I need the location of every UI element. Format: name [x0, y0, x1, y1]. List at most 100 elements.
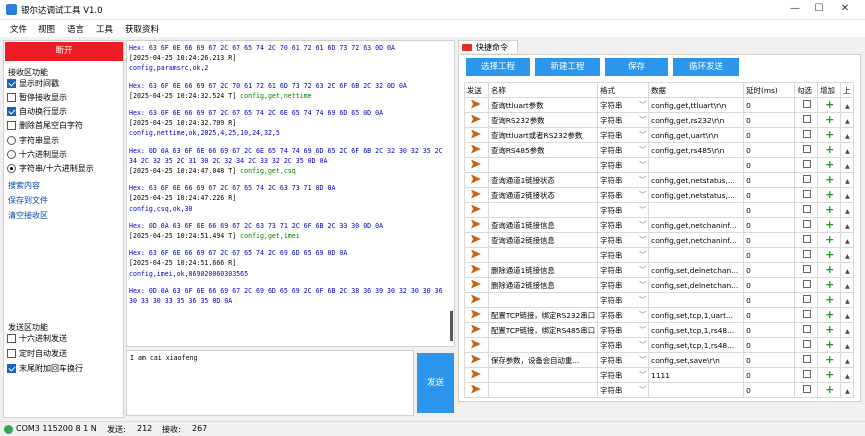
- delay-cell[interactable]: 0: [743, 307, 796, 323]
- up-cell[interactable]: ▲: [840, 202, 854, 218]
- format-cell[interactable]: 字符串 ﹀: [597, 97, 650, 113]
- check-cell[interactable]: [794, 322, 819, 338]
- data-cell[interactable]: [648, 157, 745, 173]
- receive-scrollbar[interactable]: [450, 311, 453, 341]
- up-cell[interactable]: ▲: [840, 262, 854, 278]
- check-cell[interactable]: [794, 367, 819, 383]
- plus-icon[interactable]: +: [825, 264, 834, 275]
- delay-cell[interactable]: 0: [743, 292, 796, 308]
- send-row-cell[interactable]: [464, 202, 489, 218]
- menu-language[interactable]: 语言: [67, 23, 84, 35]
- new-project-button[interactable]: 新建工程: [535, 58, 600, 76]
- menu-get-docs[interactable]: 获取资料: [125, 23, 159, 35]
- format-cell[interactable]: 字符串 ﹀: [597, 262, 650, 278]
- check-cell[interactable]: [794, 262, 819, 278]
- plus-icon[interactable]: +: [825, 294, 834, 305]
- send-row-cell[interactable]: [464, 262, 489, 278]
- up-cell[interactable]: ▲: [840, 292, 854, 308]
- search-content-link[interactable]: 搜索内容: [8, 180, 40, 191]
- plus-icon[interactable]: +: [825, 384, 834, 395]
- timed-send-checkbox[interactable]: 定时自动发送: [7, 348, 67, 359]
- format-select[interactable]: 字符串 ﹀: [600, 385, 646, 396]
- receive-area[interactable]: Hex: 63 6F 6E 66 69 67 2C 67 65 74 2C 70…: [126, 40, 455, 347]
- up-cell[interactable]: ▲: [840, 157, 854, 173]
- send-arrow-icon[interactable]: [471, 219, 481, 229]
- arrow-up-icon[interactable]: ▲: [845, 103, 850, 110]
- send-arrow-icon[interactable]: [471, 354, 481, 364]
- data-cell[interactable]: config,get,netchaninf...: [648, 217, 745, 233]
- arrow-up-icon[interactable]: ▲: [845, 208, 850, 215]
- name-cell[interactable]: 查询通道1链接状态: [487, 172, 599, 188]
- format-cell[interactable]: 字符串 ﹀: [597, 217, 650, 233]
- send-arrow-icon[interactable]: [471, 339, 481, 349]
- delay-cell[interactable]: 0: [743, 367, 796, 383]
- name-cell[interactable]: 配置TCP链接，绑定RS485串口: [487, 322, 599, 338]
- send-button[interactable]: 发送: [417, 353, 454, 413]
- data-cell[interactable]: config,set,tcp,1,rs48...: [648, 322, 745, 338]
- add-cell[interactable]: +: [817, 307, 842, 323]
- send-row-cell[interactable]: [464, 367, 489, 383]
- row-checkbox[interactable]: [803, 190, 812, 198]
- auto-wrap-checkbox[interactable]: 自动换行显示: [7, 106, 67, 117]
- up-cell[interactable]: ▲: [840, 337, 854, 353]
- format-select[interactable]: 字符串 ﹀: [600, 355, 646, 366]
- data-cell[interactable]: [648, 292, 745, 308]
- menu-view[interactable]: 视图: [38, 23, 55, 35]
- format-select[interactable]: 字符串 ﹀: [600, 190, 646, 201]
- send-arrow-icon[interactable]: [471, 369, 481, 379]
- arrow-up-icon[interactable]: ▲: [845, 223, 850, 230]
- data-cell[interactable]: config,get,netstatus,...: [648, 172, 745, 188]
- up-cell[interactable]: ▲: [840, 352, 854, 368]
- send-row-cell[interactable]: [464, 382, 489, 398]
- plus-icon[interactable]: +: [825, 354, 834, 365]
- up-cell[interactable]: ▲: [840, 142, 854, 158]
- name-cell[interactable]: 查询通道2链接状态: [487, 187, 599, 203]
- up-cell[interactable]: ▲: [840, 172, 854, 188]
- send-row-cell[interactable]: [464, 247, 489, 263]
- row-checkbox[interactable]: [803, 295, 812, 303]
- row-checkbox[interactable]: [803, 265, 812, 273]
- add-cell[interactable]: +: [817, 187, 842, 203]
- string-display-radio[interactable]: 字符串显示: [7, 135, 59, 146]
- format-select[interactable]: 字符串 ﹀: [600, 145, 646, 156]
- format-cell[interactable]: 字符串 ﹀: [597, 127, 650, 143]
- check-cell[interactable]: [794, 382, 819, 398]
- format-select[interactable]: 字符串 ﹀: [600, 340, 646, 351]
- send-arrow-icon[interactable]: [471, 129, 481, 139]
- delay-cell[interactable]: 0: [743, 337, 796, 353]
- send-arrow-icon[interactable]: [471, 279, 481, 289]
- name-cell[interactable]: [487, 157, 599, 173]
- check-cell[interactable]: [794, 97, 819, 113]
- format-cell[interactable]: 字符串 ﹀: [597, 232, 650, 248]
- format-select[interactable]: 字符串 ﹀: [600, 160, 646, 171]
- save-project-button[interactable]: 保存: [605, 58, 668, 76]
- plus-icon[interactable]: +: [825, 129, 834, 140]
- check-cell[interactable]: [794, 232, 819, 248]
- send-row-cell[interactable]: [464, 322, 489, 338]
- check-cell[interactable]: [794, 142, 819, 158]
- menu-file[interactable]: 文件: [10, 23, 27, 35]
- check-cell[interactable]: [794, 352, 819, 368]
- data-cell[interactable]: config,get,netstatus,...: [648, 187, 745, 203]
- data-cell[interactable]: config,set,delnetchan...: [648, 277, 745, 293]
- name-cell[interactable]: [487, 367, 599, 383]
- row-checkbox[interactable]: [803, 175, 812, 183]
- show-timestamp-checkbox[interactable]: 显示时间戳: [7, 78, 59, 89]
- plus-icon[interactable]: +: [825, 279, 834, 290]
- plus-icon[interactable]: +: [825, 369, 834, 380]
- data-cell[interactable]: config,get,ttluart\r\n: [648, 97, 745, 113]
- check-cell[interactable]: [794, 277, 819, 293]
- add-cell[interactable]: +: [817, 382, 842, 398]
- send-arrow-icon[interactable]: [471, 174, 481, 184]
- plus-icon[interactable]: +: [825, 174, 834, 185]
- format-select[interactable]: 字符串 ﹀: [600, 370, 646, 381]
- check-cell[interactable]: [794, 217, 819, 233]
- name-cell[interactable]: 查询通道2链接信息: [487, 232, 599, 248]
- arrow-up-icon[interactable]: ▲: [845, 163, 850, 170]
- send-arrow-icon[interactable]: [471, 159, 481, 169]
- send-row-cell[interactable]: [464, 97, 489, 113]
- row-checkbox[interactable]: [803, 370, 812, 378]
- send-row-cell[interactable]: [464, 187, 489, 203]
- save-to-file-link[interactable]: 保存到文件: [8, 195, 48, 206]
- check-cell[interactable]: [794, 157, 819, 173]
